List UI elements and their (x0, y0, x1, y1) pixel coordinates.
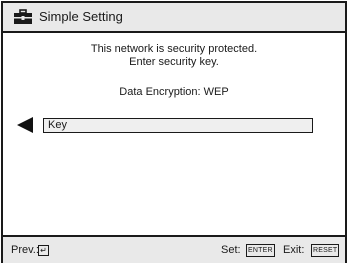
data-encryption-label: Data Encryption: WEP (119, 86, 229, 98)
left-triangle-icon[interactable] (17, 117, 33, 133)
dialog-window: Simple Setting This network is security … (1, 1, 347, 263)
reset-key-button[interactable]: RESET (311, 244, 340, 257)
toolbox-icon (14, 9, 32, 24)
title-bar: Simple Setting (3, 3, 345, 33)
security-key-field[interactable]: Key (43, 118, 313, 133)
enter-key-button[interactable]: ENTER (246, 244, 275, 257)
window-title: Simple Setting (39, 9, 123, 24)
exit-label: Exit: (283, 244, 305, 256)
key-field-label: Key (48, 119, 67, 131)
footer-bar: Prev.: ↵ Set: ENTER Exit: RESET (3, 235, 345, 263)
set-label: Set: (221, 244, 241, 256)
return-arrow-icon[interactable]: ↵ (38, 245, 49, 256)
prev-label: Prev.: (11, 244, 39, 256)
security-message-line2: Enter security key. (129, 56, 219, 68)
security-message-line1: This network is security protected. (90, 43, 258, 55)
